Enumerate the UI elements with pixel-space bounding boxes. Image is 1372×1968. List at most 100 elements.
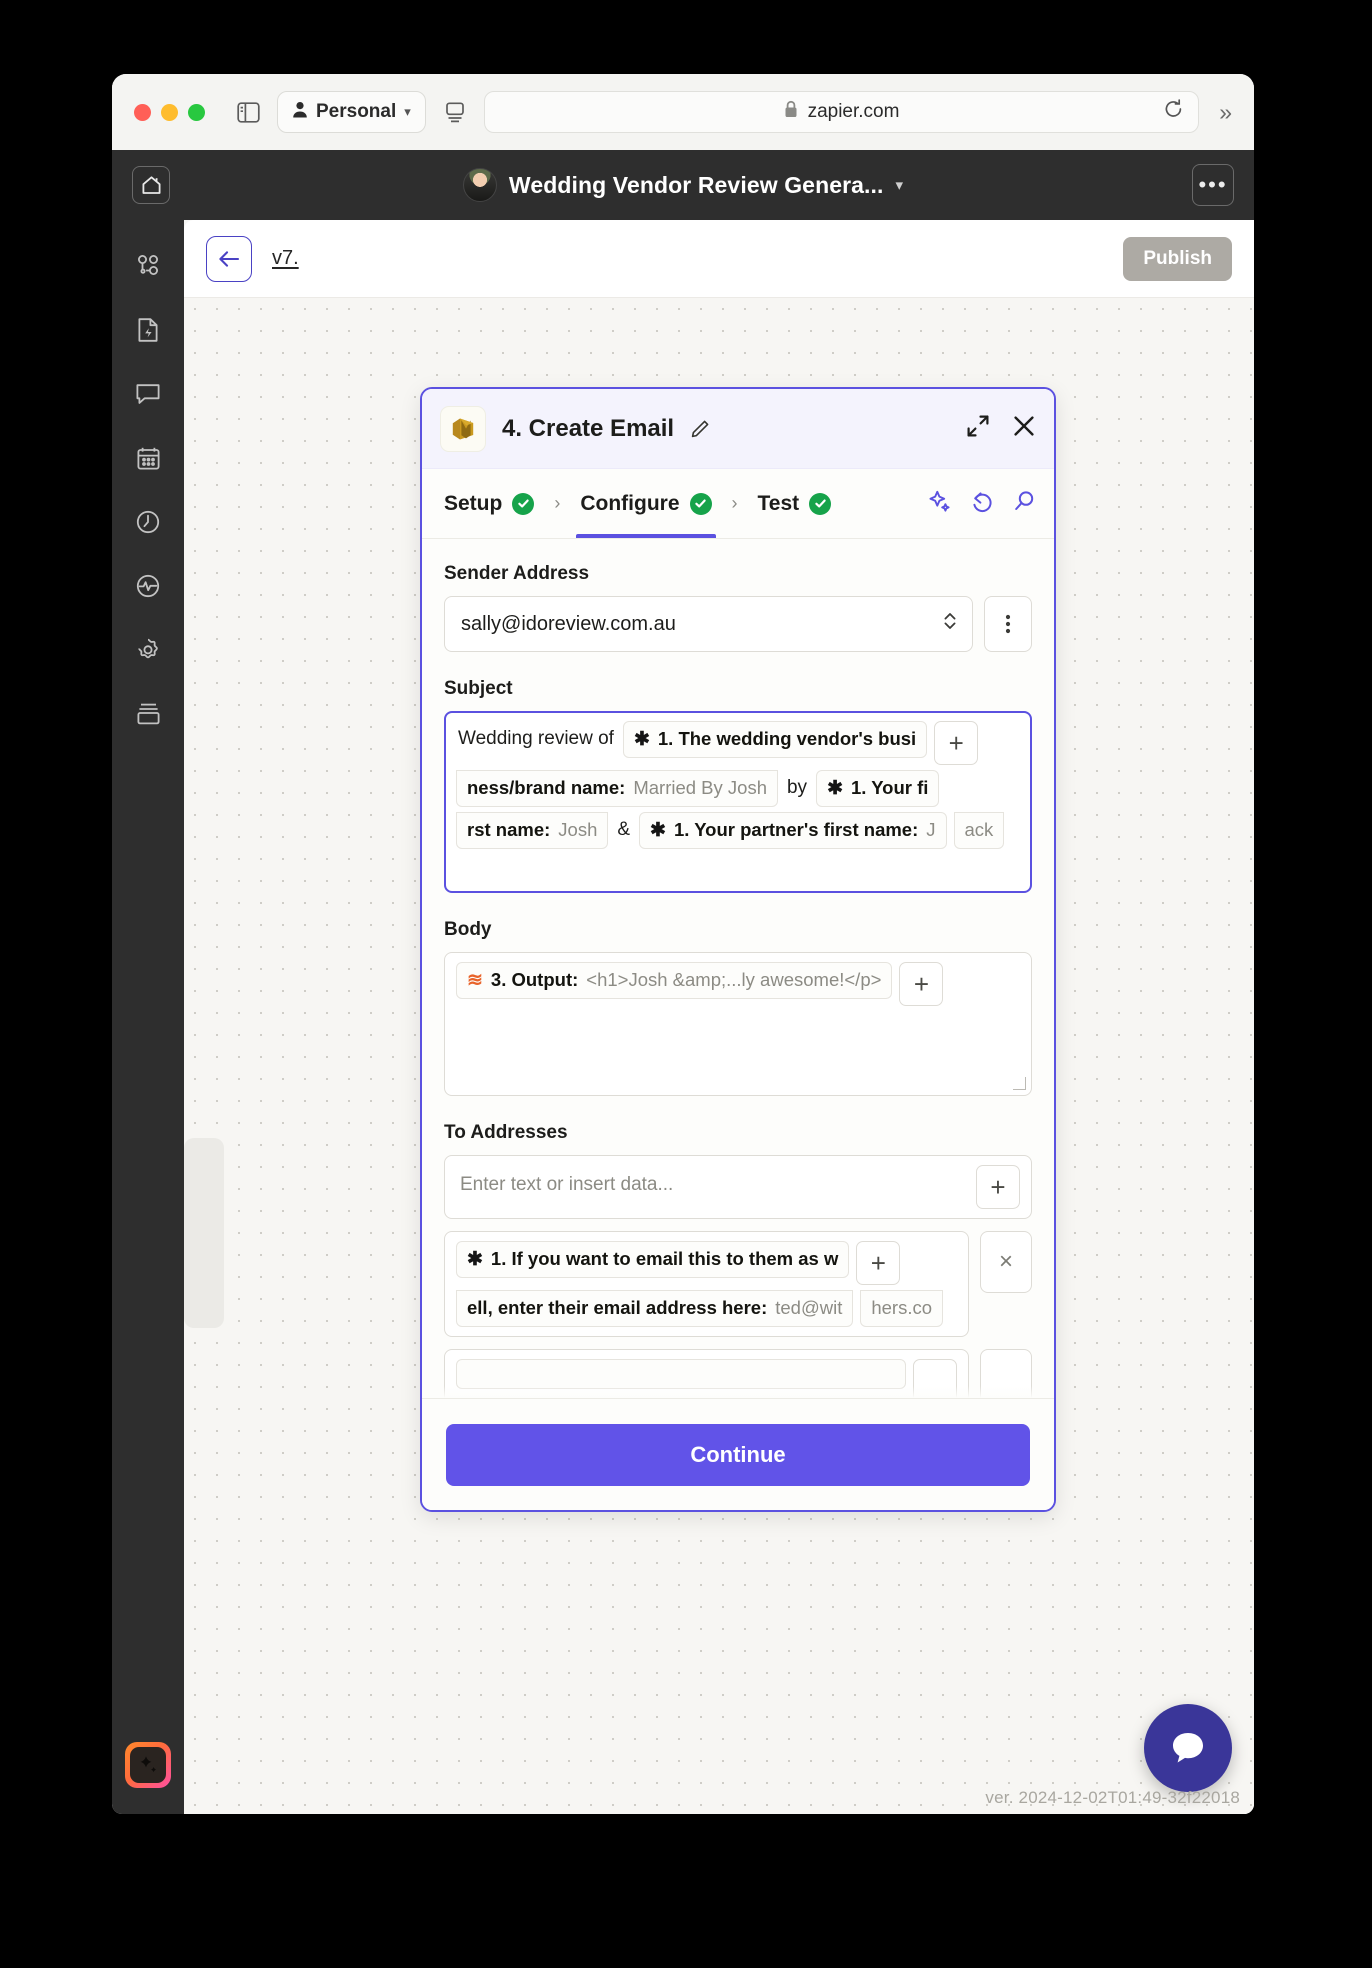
expand-icon[interactable] [966,414,990,443]
chevron-double-right-icon[interactable]: » [1219,99,1232,126]
to-address-input-1[interactable]: Enter text or insert data... + [444,1155,1032,1219]
chip-value: <h1>Josh &amp;...ly awesome!</p> [586,969,882,991]
close-icon[interactable] [1012,414,1036,443]
home-icon[interactable] [132,166,170,204]
tab-configure[interactable]: Configure [576,469,716,538]
reload-icon[interactable] [1163,99,1184,126]
version-text: ver. 2024-12-02T01:49-32f22018 [985,1788,1240,1807]
profile-selector[interactable]: Personal ▾ [277,91,426,133]
editor-area: v7. Publish 4. Create Email Setup › Conf… [184,220,1254,1814]
sidebar-item-interfaces[interactable] [124,306,172,354]
tab-label: Setup [444,491,503,515]
ai-sparkle-icon[interactable] [928,489,952,518]
sidebar-item-zaps[interactable] [124,242,172,290]
more-options-button[interactable]: ••• [1192,164,1234,206]
undo-icon[interactable] [970,489,994,518]
data-chip-continuation[interactable]: ell, enter their email address here: ted… [456,1290,854,1327]
project-title-group[interactable]: Wedding Vendor Review Genera... ▾ [112,168,1254,202]
back-button[interactable] [206,235,252,282]
left-sidebar [112,220,184,1814]
insert-data-button[interactable]: + [976,1165,1020,1209]
zap-canvas[interactable]: 4. Create Email Setup › Configure › Test… [184,298,1254,1814]
chevron-updown-icon [942,610,958,638]
resize-handle[interactable] [1013,1077,1026,1090]
subject-field-block: Subject Wedding review of ✱ 1. The weddi… [444,678,1032,893]
body-input[interactable]: ≋ 3. Output: <h1>Josh &amp;...ly awesome… [444,952,1032,1096]
person-icon [292,101,308,124]
chip-label: 1. If you want to email this to them as … [490,1248,839,1270]
pencil-icon[interactable] [690,419,710,439]
chevron-down-icon[interactable]: ▾ [896,176,904,194]
data-chip[interactable]: ✱ 1. Your fi [816,770,940,807]
tab-test[interactable]: Test [754,469,836,538]
insert-data-button[interactable]: + [856,1241,901,1285]
asterisk-icon: ✱ [633,729,650,750]
chip-label: ell, enter their email address here: [467,1297,768,1318]
data-chip[interactable]: ✱ 1. Your partner's first name: J [639,812,947,849]
chip-value: ted@wit [775,1297,843,1318]
sender-address-value: sally@idoreview.com.au [461,612,676,635]
to-addresses-field-block: To Addresses Enter text or insert data..… [444,1122,1032,1398]
configure-form[interactable]: Sender Address sally@idoreview.com.au Su… [422,539,1054,1398]
sender-address-select[interactable]: sally@idoreview.com.au [444,596,973,652]
sidebar-item-chatbots[interactable] [124,370,172,418]
data-chip-continuation[interactable]: ness/brand name: Married By Josh [456,770,778,807]
subject-input[interactable]: Wedding review of ✱ 1. The wedding vendo… [444,711,1032,893]
to-address-placeholder: Enter text or insert data... [460,1174,674,1195]
body-field-block: Body ≋ 3. Output: <h1>Josh &amp;...ly aw… [444,919,1032,1096]
to-addresses-label: To Addresses [444,1122,568,1143]
step-title: 4. Create Email [502,414,675,442]
data-chip-continuation[interactable]: ack [953,812,1005,849]
sidebar-item-settings[interactable] [124,626,172,674]
data-chip-continuation[interactable]: rst name: Josh [456,812,609,849]
publish-button[interactable]: Publish [1123,236,1232,281]
data-chip[interactable]: ✱ 1. The wedding vendor's busi [622,721,928,758]
sidebar-item-history[interactable] [124,498,172,546]
zoom-window-button[interactable] [188,103,205,121]
status-badge [689,492,712,515]
search-icon[interactable] [1012,489,1036,518]
insert-data-button[interactable]: + [899,962,944,1006]
continue-button[interactable]: Continue [446,1423,1030,1486]
sidebar-item-analytics[interactable] [124,562,172,610]
asterisk-icon: ✱ [467,1249,483,1270]
sidebar-toggle-icon[interactable] [233,97,263,127]
chip-value: Josh [558,819,598,840]
sparkle-icon [130,1747,166,1783]
chip-label: 3. Output: [490,969,579,991]
minimize-window-button[interactable] [161,103,178,121]
sidebar-item-tables[interactable] [124,434,172,482]
chip-value: Married By Josh [633,777,767,798]
tab-overview-icon[interactable] [440,97,470,127]
version-link[interactable]: v7. [272,247,299,270]
app-header: Wedding Vendor Review Genera... ▾ ••• [112,150,1254,220]
sidebar-ai-button[interactable] [125,1742,171,1788]
tab-label: Configure [580,491,680,515]
sidebar-item-storage[interactable] [124,690,172,738]
data-chip[interactable]: ≋ 3. Output: <h1>Josh &amp;...ly awesome… [456,962,893,999]
step-tabs: Setup › Configure › Test [422,469,1054,539]
data-chip-continuation[interactable]: hers.co [860,1290,944,1327]
data-chip[interactable] [456,1358,906,1389]
data-chip[interactable]: ✱ 1. If you want to email this to them a… [456,1241,850,1278]
subject-amp-text: & [617,819,631,840]
remove-to-address-button[interactable]: × [980,1231,1032,1293]
aws-ses-icon [440,405,486,452]
modal-footer: Continue [422,1398,1054,1510]
editor-toolbar: v7. Publish [184,220,1254,298]
tab-separator: › [731,493,738,513]
tab-label: Test [757,491,800,515]
subject-label: Subject [444,678,513,699]
close-window-button[interactable] [134,103,151,121]
chat-bubble-icon[interactable] [1144,1704,1232,1792]
browser-chrome: Personal ▾ zapier.com » [112,74,1254,150]
profile-label: Personal [316,101,397,122]
kebab-menu-icon[interactable] [984,596,1032,652]
insert-data-button[interactable]: + [934,721,979,765]
chip-label: 1. Your partner's first name: [673,819,919,841]
address-bar[interactable]: zapier.com [483,91,1200,133]
tab-setup[interactable]: Setup [440,469,538,538]
status-badge [512,492,535,515]
to-address-input-2[interactable]: ✱ 1. If you want to email this to them a… [444,1231,969,1337]
chip-label: 1. The wedding vendor's busi [657,728,917,750]
